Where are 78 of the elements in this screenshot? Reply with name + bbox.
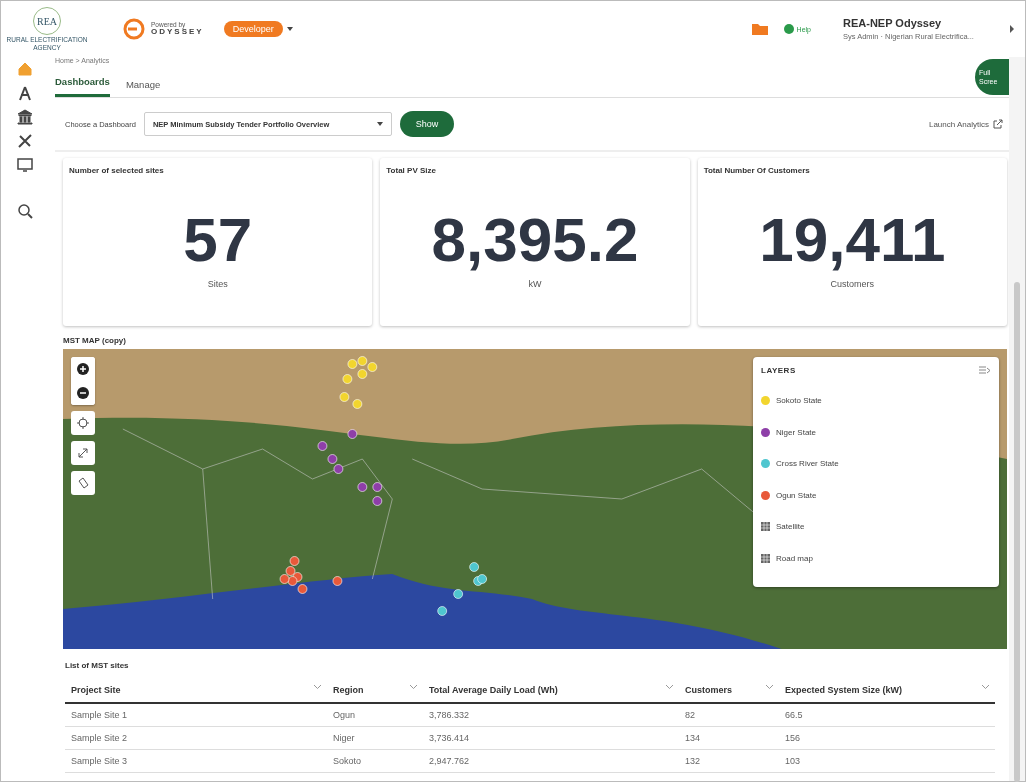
plus-icon <box>77 363 89 375</box>
layer-item[interactable]: Cross River State <box>761 448 991 480</box>
metric-value: 57 <box>182 209 254 271</box>
site-marker-cluster[interactable] <box>339 356 378 409</box>
chevron-down-icon[interactable] <box>766 685 773 689</box>
map-title: MST MAP (copy) <box>63 336 127 345</box>
column-header[interactable]: Project Site <box>71 685 121 695</box>
crosshair-icon <box>77 417 89 429</box>
layers-title: LAYERS <box>761 366 796 375</box>
monitor-icon[interactable] <box>17 157 33 173</box>
column-header[interactable]: Customers <box>685 685 732 695</box>
diagonal-arrow-icon <box>77 447 89 459</box>
column-header[interactable]: Region <box>333 685 364 695</box>
collapse-icon[interactable] <box>979 366 991 375</box>
tab[interactable]: Manage <box>125 79 161 97</box>
chevron-down-icon[interactable] <box>410 685 417 689</box>
table-cell: Sample Site 3 <box>65 749 327 773</box>
site-marker-cluster[interactable] <box>279 556 343 594</box>
search-icon[interactable] <box>17 203 33 219</box>
chevron-down-icon[interactable] <box>666 685 673 689</box>
measure-button[interactable] <box>71 471 95 495</box>
card-title: Total Number Of Customers <box>703 166 811 175</box>
table-cell: Sokoto <box>327 749 423 773</box>
layer-item[interactable]: Satellite <box>761 511 991 543</box>
home-icon[interactable] <box>17 61 33 77</box>
table-cell: Sample Site 2 <box>65 726 327 750</box>
satellite-map[interactable]: LAYERS Sokoto State Niger State Cross River State Ogun State Satellite Road map <box>63 349 1007 649</box>
caret-icon[interactable] <box>286 27 293 31</box>
site-marker-cluster[interactable] <box>317 429 383 506</box>
chevron-icon[interactable] <box>1009 25 1015 33</box>
table-title: List of MST sites <box>65 661 130 670</box>
table-cell: 2,947.762 <box>423 749 679 773</box>
column-header[interactable]: Expected System Size (kW) <box>785 685 903 695</box>
table-cell: 156 <box>779 726 995 750</box>
show-button[interactable]: Show <box>399 111 454 137</box>
table-cell: 103 <box>779 749 995 773</box>
ruler-icon <box>77 477 89 489</box>
tab[interactable]: Dashboards <box>55 76 110 97</box>
table-cell: 66.5 <box>779 703 995 727</box>
table-cell: 82 <box>679 703 779 727</box>
metric-value: 19,411 <box>758 209 947 271</box>
table-cell: 132 <box>679 749 779 773</box>
zoom-in-button[interactable] <box>71 357 95 381</box>
metric-unit: Customers <box>829 279 876 289</box>
zoom-out-button[interactable] <box>71 381 95 405</box>
column-header[interactable]: Total Average Daily Load (Wh) <box>429 685 558 695</box>
minus-icon <box>77 387 89 399</box>
locate-button[interactable] <box>71 411 95 435</box>
launch-analytics-link[interactable]: Launch Analytics <box>922 118 1009 130</box>
table-cell: Sample Site 1 <box>65 703 327 727</box>
grid-icon <box>761 522 770 532</box>
table-cell: 134 <box>679 726 779 750</box>
external-link-icon <box>993 119 1003 129</box>
chevron-down-icon[interactable] <box>982 685 989 689</box>
table-cell: 3,786.332 <box>423 703 679 727</box>
metric-unit: Sites <box>206 279 229 289</box>
logo-icon <box>123 18 145 40</box>
chevron-down-icon[interactable] <box>314 685 321 689</box>
metric-value: 8,395.2 <box>430 209 640 271</box>
bank-icon[interactable] <box>17 109 33 125</box>
layer-item[interactable]: Niger State <box>761 416 991 448</box>
brand-name: ODYSSEY <box>151 28 204 37</box>
layer-item[interactable]: Ogun State <box>761 479 991 511</box>
site-marker-cluster[interactable] <box>437 562 487 616</box>
grid-icon <box>761 553 770 563</box>
caret-icon <box>376 122 383 126</box>
layer-item[interactable]: Road map <box>761 542 991 574</box>
card-title: Total PV Size <box>386 166 437 175</box>
user-name: REA-NEP Odyssey <box>843 17 943 29</box>
table-cell: Ogun <box>327 703 423 727</box>
table-cell: Niger <box>327 726 423 750</box>
table-cell: 3,736.414 <box>423 726 679 750</box>
metric-unit: kW <box>527 279 543 289</box>
expand-button[interactable] <box>71 441 95 465</box>
card-title: Number of selected sites <box>69 166 165 175</box>
folder-icon[interactable] <box>751 23 768 35</box>
layer-item[interactable]: Sokoto State <box>761 385 991 417</box>
scrollbar-thumb[interactable] <box>1014 282 1020 782</box>
